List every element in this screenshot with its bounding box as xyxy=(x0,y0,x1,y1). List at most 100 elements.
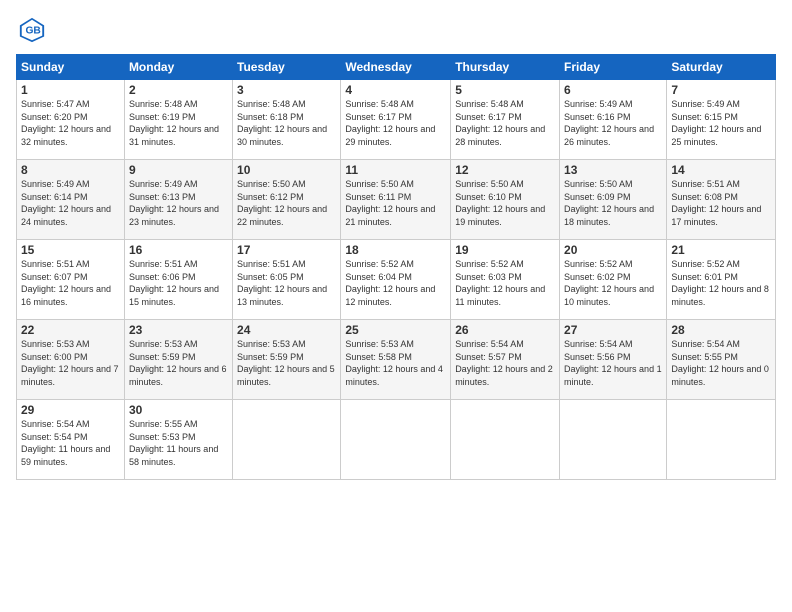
day-info: Sunrise: 5:52 AMSunset: 6:04 PMDaylight:… xyxy=(345,259,435,307)
day-number: 16 xyxy=(129,243,228,257)
day-number: 28 xyxy=(671,323,771,337)
logo-icon: GB xyxy=(18,16,46,44)
day-info: Sunrise: 5:49 AMSunset: 6:13 PMDaylight:… xyxy=(129,179,219,227)
calendar-cell: 22 Sunrise: 5:53 AMSunset: 6:00 PMDaylig… xyxy=(17,320,125,400)
header: GB xyxy=(16,16,776,44)
day-info: Sunrise: 5:54 AMSunset: 5:54 PMDaylight:… xyxy=(21,419,110,467)
day-info: Sunrise: 5:48 AMSunset: 6:19 PMDaylight:… xyxy=(129,99,219,147)
calendar-cell: 14 Sunrise: 5:51 AMSunset: 6:08 PMDaylig… xyxy=(667,160,776,240)
calendar-cell xyxy=(451,400,560,480)
calendar-cell: 18 Sunrise: 5:52 AMSunset: 6:04 PMDaylig… xyxy=(341,240,451,320)
day-info: Sunrise: 5:50 AMSunset: 6:10 PMDaylight:… xyxy=(455,179,545,227)
logo: GB xyxy=(16,16,46,44)
day-info: Sunrise: 5:52 AMSunset: 6:03 PMDaylight:… xyxy=(455,259,545,307)
calendar-cell: 1 Sunrise: 5:47 AMSunset: 6:20 PMDayligh… xyxy=(17,80,125,160)
week-row-1: 1 Sunrise: 5:47 AMSunset: 6:20 PMDayligh… xyxy=(17,80,776,160)
day-number: 10 xyxy=(237,163,336,177)
day-number: 2 xyxy=(129,83,228,97)
calendar-cell: 16 Sunrise: 5:51 AMSunset: 6:06 PMDaylig… xyxy=(124,240,232,320)
svg-text:GB: GB xyxy=(25,26,40,37)
week-row-3: 15 Sunrise: 5:51 AMSunset: 6:07 PMDaylig… xyxy=(17,240,776,320)
calendar-cell xyxy=(341,400,451,480)
calendar-cell: 21 Sunrise: 5:52 AMSunset: 6:01 PMDaylig… xyxy=(667,240,776,320)
day-number: 14 xyxy=(671,163,771,177)
day-number: 24 xyxy=(237,323,336,337)
calendar-cell: 4 Sunrise: 5:48 AMSunset: 6:17 PMDayligh… xyxy=(341,80,451,160)
calendar-cell: 26 Sunrise: 5:54 AMSunset: 5:57 PMDaylig… xyxy=(451,320,560,400)
calendar-cell: 2 Sunrise: 5:48 AMSunset: 6:19 PMDayligh… xyxy=(124,80,232,160)
calendar-cell: 19 Sunrise: 5:52 AMSunset: 6:03 PMDaylig… xyxy=(451,240,560,320)
calendar-cell: 28 Sunrise: 5:54 AMSunset: 5:55 PMDaylig… xyxy=(667,320,776,400)
day-info: Sunrise: 5:54 AMSunset: 5:56 PMDaylight:… xyxy=(564,339,662,387)
calendar-cell: 12 Sunrise: 5:50 AMSunset: 6:10 PMDaylig… xyxy=(451,160,560,240)
day-number: 4 xyxy=(345,83,446,97)
day-info: Sunrise: 5:48 AMSunset: 6:17 PMDaylight:… xyxy=(345,99,435,147)
calendar-cell: 20 Sunrise: 5:52 AMSunset: 6:02 PMDaylig… xyxy=(560,240,667,320)
day-info: Sunrise: 5:51 AMSunset: 6:06 PMDaylight:… xyxy=(129,259,219,307)
day-number: 30 xyxy=(129,403,228,417)
calendar-cell: 8 Sunrise: 5:49 AMSunset: 6:14 PMDayligh… xyxy=(17,160,125,240)
weekday-header-tuesday: Tuesday xyxy=(233,55,341,80)
calendar-cell: 23 Sunrise: 5:53 AMSunset: 5:59 PMDaylig… xyxy=(124,320,232,400)
weekday-header-saturday: Saturday xyxy=(667,55,776,80)
week-row-2: 8 Sunrise: 5:49 AMSunset: 6:14 PMDayligh… xyxy=(17,160,776,240)
day-number: 8 xyxy=(21,163,120,177)
day-info: Sunrise: 5:52 AMSunset: 6:01 PMDaylight:… xyxy=(671,259,769,307)
day-number: 26 xyxy=(455,323,555,337)
day-info: Sunrise: 5:54 AMSunset: 5:57 PMDaylight:… xyxy=(455,339,553,387)
day-number: 25 xyxy=(345,323,446,337)
weekday-header-thursday: Thursday xyxy=(451,55,560,80)
day-number: 6 xyxy=(564,83,662,97)
day-info: Sunrise: 5:51 AMSunset: 6:08 PMDaylight:… xyxy=(671,179,761,227)
day-info: Sunrise: 5:49 AMSunset: 6:14 PMDaylight:… xyxy=(21,179,111,227)
day-info: Sunrise: 5:55 AMSunset: 5:53 PMDaylight:… xyxy=(129,419,218,467)
calendar-cell: 15 Sunrise: 5:51 AMSunset: 6:07 PMDaylig… xyxy=(17,240,125,320)
weekday-header-wednesday: Wednesday xyxy=(341,55,451,80)
day-info: Sunrise: 5:54 AMSunset: 5:55 PMDaylight:… xyxy=(671,339,769,387)
day-number: 1 xyxy=(21,83,120,97)
calendar-cell: 9 Sunrise: 5:49 AMSunset: 6:13 PMDayligh… xyxy=(124,160,232,240)
day-number: 13 xyxy=(564,163,662,177)
calendar-cell xyxy=(560,400,667,480)
day-info: Sunrise: 5:48 AMSunset: 6:18 PMDaylight:… xyxy=(237,99,327,147)
week-row-4: 22 Sunrise: 5:53 AMSunset: 6:00 PMDaylig… xyxy=(17,320,776,400)
day-info: Sunrise: 5:52 AMSunset: 6:02 PMDaylight:… xyxy=(564,259,654,307)
page-container: GB SundayMondayTuesdayWednesdayThursdayF… xyxy=(0,0,792,612)
day-number: 9 xyxy=(129,163,228,177)
calendar-cell: 24 Sunrise: 5:53 AMSunset: 5:59 PMDaylig… xyxy=(233,320,341,400)
day-info: Sunrise: 5:50 AMSunset: 6:11 PMDaylight:… xyxy=(345,179,435,227)
day-info: Sunrise: 5:48 AMSunset: 6:17 PMDaylight:… xyxy=(455,99,545,147)
day-info: Sunrise: 5:49 AMSunset: 6:16 PMDaylight:… xyxy=(564,99,654,147)
calendar-cell: 3 Sunrise: 5:48 AMSunset: 6:18 PMDayligh… xyxy=(233,80,341,160)
calendar-table: SundayMondayTuesdayWednesdayThursdayFrid… xyxy=(16,54,776,480)
weekday-header-monday: Monday xyxy=(124,55,232,80)
calendar-cell: 7 Sunrise: 5:49 AMSunset: 6:15 PMDayligh… xyxy=(667,80,776,160)
day-number: 12 xyxy=(455,163,555,177)
week-row-5: 29 Sunrise: 5:54 AMSunset: 5:54 PMDaylig… xyxy=(17,400,776,480)
day-number: 22 xyxy=(21,323,120,337)
day-number: 18 xyxy=(345,243,446,257)
day-info: Sunrise: 5:53 AMSunset: 6:00 PMDaylight:… xyxy=(21,339,119,387)
day-number: 29 xyxy=(21,403,120,417)
day-number: 23 xyxy=(129,323,228,337)
calendar-cell: 6 Sunrise: 5:49 AMSunset: 6:16 PMDayligh… xyxy=(560,80,667,160)
day-info: Sunrise: 5:50 AMSunset: 6:12 PMDaylight:… xyxy=(237,179,327,227)
weekday-header-row: SundayMondayTuesdayWednesdayThursdayFrid… xyxy=(17,55,776,80)
calendar-cell: 10 Sunrise: 5:50 AMSunset: 6:12 PMDaylig… xyxy=(233,160,341,240)
calendar-cell: 11 Sunrise: 5:50 AMSunset: 6:11 PMDaylig… xyxy=(341,160,451,240)
day-number: 17 xyxy=(237,243,336,257)
calendar-cell xyxy=(667,400,776,480)
day-number: 11 xyxy=(345,163,446,177)
day-info: Sunrise: 5:51 AMSunset: 6:05 PMDaylight:… xyxy=(237,259,327,307)
day-number: 19 xyxy=(455,243,555,257)
calendar-cell: 17 Sunrise: 5:51 AMSunset: 6:05 PMDaylig… xyxy=(233,240,341,320)
day-info: Sunrise: 5:53 AMSunset: 5:58 PMDaylight:… xyxy=(345,339,443,387)
calendar-cell: 27 Sunrise: 5:54 AMSunset: 5:56 PMDaylig… xyxy=(560,320,667,400)
calendar-cell: 29 Sunrise: 5:54 AMSunset: 5:54 PMDaylig… xyxy=(17,400,125,480)
weekday-header-friday: Friday xyxy=(560,55,667,80)
calendar-cell: 30 Sunrise: 5:55 AMSunset: 5:53 PMDaylig… xyxy=(124,400,232,480)
day-info: Sunrise: 5:50 AMSunset: 6:09 PMDaylight:… xyxy=(564,179,654,227)
day-info: Sunrise: 5:51 AMSunset: 6:07 PMDaylight:… xyxy=(21,259,111,307)
day-info: Sunrise: 5:53 AMSunset: 5:59 PMDaylight:… xyxy=(129,339,227,387)
calendar-cell: 25 Sunrise: 5:53 AMSunset: 5:58 PMDaylig… xyxy=(341,320,451,400)
